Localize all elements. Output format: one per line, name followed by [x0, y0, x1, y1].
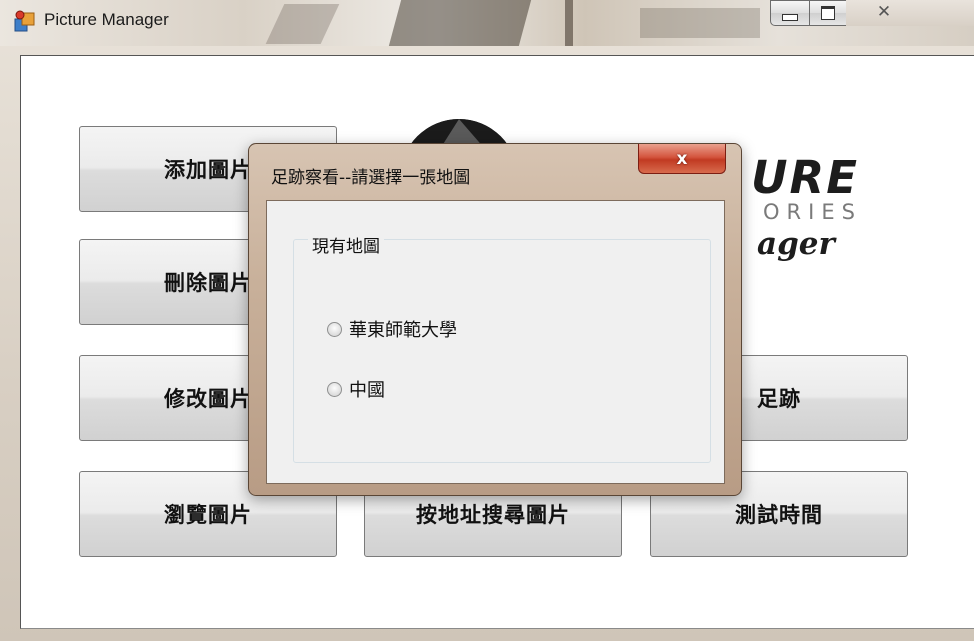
radio-label[interactable]: 華東師範大學 — [349, 316, 457, 342]
dialog-close-button[interactable]: x — [638, 144, 726, 174]
map-select-dialog: 足跡察看--請選擇一張地圖 x 現有地圖 華東師範大學 中國 — [248, 143, 742, 496]
radio-button-icon[interactable] — [327, 321, 342, 337]
dialog-body: 現有地圖 華東師範大學 中國 — [266, 200, 725, 484]
title-bar[interactable]: Picture Manager ✕ — [0, 0, 974, 46]
app-icon — [14, 10, 35, 32]
minimize-icon — [782, 13, 798, 21]
logo-text-manager: ager — [757, 226, 835, 262]
group-title: 現有地圖 — [308, 232, 384, 257]
dialog-title: 足跡察看--請選擇一張地圖 — [271, 168, 471, 188]
radio-button-icon[interactable] — [327, 381, 342, 397]
window-close-button[interactable]: ✕ — [846, 0, 974, 26]
logo-text-main: URE — [751, 151, 859, 204]
maximize-button[interactable] — [809, 0, 847, 26]
close-icon: x — [676, 148, 688, 169]
close-icon: ✕ — [876, 2, 892, 22]
minimize-button[interactable] — [770, 0, 810, 26]
window-title: Picture Manager — [44, 10, 169, 29]
logo-text-sub: ORIES — [763, 200, 862, 224]
maximize-icon — [821, 6, 835, 20]
radio-option-china[interactable]: 中國 — [327, 376, 385, 402]
map-groupbox — [293, 239, 711, 463]
radio-label[interactable]: 中國 — [349, 376, 385, 402]
radio-option-ecnu[interactable]: 華東師範大學 — [327, 316, 457, 342]
